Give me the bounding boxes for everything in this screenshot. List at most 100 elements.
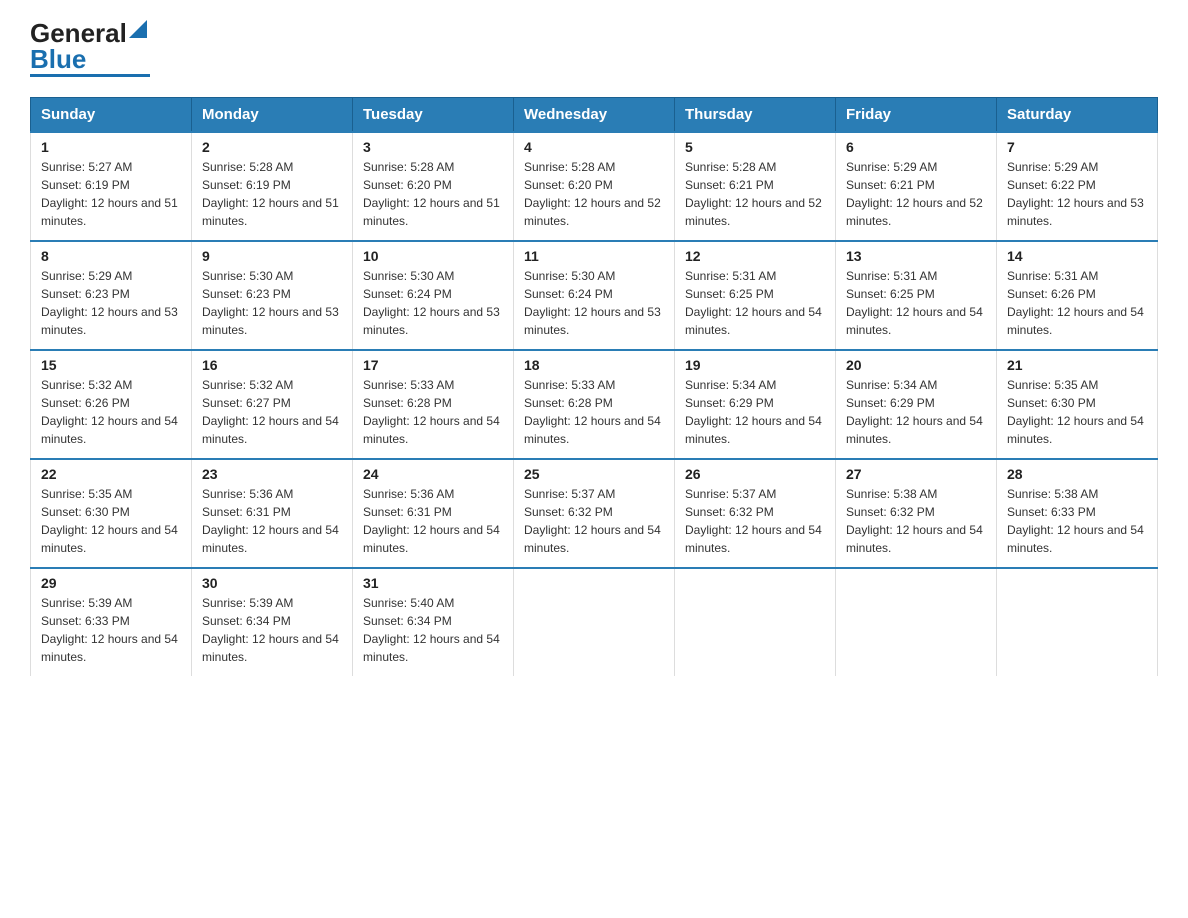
calendar-cell: 22Sunrise: 5:35 AMSunset: 6:30 PMDayligh… (31, 459, 192, 568)
calendar-cell: 30 Sunrise: 5:39 AMSunset: 6:34 PMDayligh… (192, 568, 353, 676)
day-info: Sunrise: 5:33 AMSunset: 6:28 PMDaylight:… (524, 376, 664, 448)
day-info: Sunrise: 5:29 AMSunset: 6:22 PMDaylight:… (1007, 158, 1147, 230)
calendar-cell: 20 Sunrise: 5:34 AMSunset: 6:29 PMDayligh… (836, 350, 997, 459)
day-info: Sunrise: 5:35 AMSunset: 6:30 PMDaylight:… (1007, 376, 1147, 448)
day-number: 11 (524, 248, 664, 264)
logo: General Blue (30, 20, 150, 77)
calendar-cell: 23 Sunrise: 5:36 AMSunset: 6:31 PMDayligh… (192, 459, 353, 568)
day-info: Sunrise: 5:36 AMSunset: 6:31 PMDaylight:… (202, 485, 342, 557)
day-info: Sunrise: 5:30 AMSunset: 6:24 PMDaylight:… (363, 267, 503, 339)
header-wednesday: Wednesday (514, 98, 675, 133)
day-number: 27 (846, 466, 986, 482)
day-info: Sunrise: 5:36 AMSunset: 6:31 PMDaylight:… (363, 485, 503, 557)
day-info: Sunrise: 5:38 AMSunset: 6:32 PMDaylight:… (846, 485, 986, 557)
day-number: 19 (685, 357, 825, 373)
calendar-week-row: 8 Sunrise: 5:29 AMSunset: 6:23 PMDaylight… (31, 241, 1158, 350)
calendar-week-row: 15Sunrise: 5:32 AMSunset: 6:26 PMDayligh… (31, 350, 1158, 459)
day-info: Sunrise: 5:31 AMSunset: 6:26 PMDaylight:… (1007, 267, 1147, 339)
day-info: Sunrise: 5:32 AMSunset: 6:26 PMDaylight:… (41, 376, 181, 448)
calendar-cell (675, 568, 836, 676)
day-number: 20 (846, 357, 986, 373)
day-number: 13 (846, 248, 986, 264)
day-info: Sunrise: 5:33 AMSunset: 6:28 PMDaylight:… (363, 376, 503, 448)
calendar-cell: 5 Sunrise: 5:28 AMSunset: 6:21 PMDaylight… (675, 132, 836, 241)
day-info: Sunrise: 5:34 AMSunset: 6:29 PMDaylight:… (685, 376, 825, 448)
calendar-cell: 26Sunrise: 5:37 AMSunset: 6:32 PMDayligh… (675, 459, 836, 568)
day-number: 28 (1007, 466, 1147, 482)
calendar-cell: 9 Sunrise: 5:30 AMSunset: 6:23 PMDaylight… (192, 241, 353, 350)
day-number: 23 (202, 466, 342, 482)
calendar-cell: 17 Sunrise: 5:33 AMSunset: 6:28 PMDayligh… (353, 350, 514, 459)
day-number: 5 (685, 139, 825, 155)
header-friday: Friday (836, 98, 997, 133)
day-info: Sunrise: 5:40 AMSunset: 6:34 PMDaylight:… (363, 594, 503, 666)
calendar-cell: 1 Sunrise: 5:27 AMSunset: 6:19 PMDaylight… (31, 132, 192, 241)
calendar-week-row: 1 Sunrise: 5:27 AMSunset: 6:19 PMDaylight… (31, 132, 1158, 241)
day-info: Sunrise: 5:34 AMSunset: 6:29 PMDaylight:… (846, 376, 986, 448)
calendar-cell (514, 568, 675, 676)
day-info: Sunrise: 5:35 AMSunset: 6:30 PMDaylight:… (41, 485, 181, 557)
calendar-cell: 10Sunrise: 5:30 AMSunset: 6:24 PMDayligh… (353, 241, 514, 350)
day-number: 4 (524, 139, 664, 155)
day-info: Sunrise: 5:39 AMSunset: 6:34 PMDaylight:… (202, 594, 342, 666)
calendar-cell: 29 Sunrise: 5:39 AMSunset: 6:33 PMDayligh… (31, 568, 192, 676)
day-info: Sunrise: 5:31 AMSunset: 6:25 PMDaylight:… (846, 267, 986, 339)
header-thursday: Thursday (675, 98, 836, 133)
day-number: 9 (202, 248, 342, 264)
calendar-cell: 6 Sunrise: 5:29 AMSunset: 6:21 PMDaylight… (836, 132, 997, 241)
header-saturday: Saturday (997, 98, 1158, 133)
calendar-cell: 14Sunrise: 5:31 AMSunset: 6:26 PMDayligh… (997, 241, 1158, 350)
day-number: 16 (202, 357, 342, 373)
calendar-cell (997, 568, 1158, 676)
header-sunday: Sunday (31, 98, 192, 133)
calendar-cell: 3Sunrise: 5:28 AMSunset: 6:20 PMDaylight… (353, 132, 514, 241)
day-info: Sunrise: 5:37 AMSunset: 6:32 PMDaylight:… (524, 485, 664, 557)
logo-blue-text: Blue (30, 46, 86, 72)
day-number: 29 (41, 575, 181, 591)
calendar-cell: 12 Sunrise: 5:31 AMSunset: 6:25 PMDayligh… (675, 241, 836, 350)
day-number: 25 (524, 466, 664, 482)
calendar-cell: 4 Sunrise: 5:28 AMSunset: 6:20 PMDaylight… (514, 132, 675, 241)
calendar-cell: 19 Sunrise: 5:34 AMSunset: 6:29 PMDayligh… (675, 350, 836, 459)
header-monday: Monday (192, 98, 353, 133)
calendar-cell: 8 Sunrise: 5:29 AMSunset: 6:23 PMDaylight… (31, 241, 192, 350)
day-info: Sunrise: 5:27 AMSunset: 6:19 PMDaylight:… (41, 158, 181, 230)
calendar-cell: 24Sunrise: 5:36 AMSunset: 6:31 PMDayligh… (353, 459, 514, 568)
calendar-header-row: SundayMondayTuesdayWednesdayThursdayFrid… (31, 98, 1158, 133)
calendar-week-row: 29 Sunrise: 5:39 AMSunset: 6:33 PMDayligh… (31, 568, 1158, 676)
day-info: Sunrise: 5:29 AMSunset: 6:23 PMDaylight:… (41, 267, 181, 339)
day-number: 6 (846, 139, 986, 155)
calendar-cell (836, 568, 997, 676)
calendar-cell: 18 Sunrise: 5:33 AMSunset: 6:28 PMDayligh… (514, 350, 675, 459)
day-number: 21 (1007, 357, 1147, 373)
calendar-week-row: 22Sunrise: 5:35 AMSunset: 6:30 PMDayligh… (31, 459, 1158, 568)
day-info: Sunrise: 5:30 AMSunset: 6:24 PMDaylight:… (524, 267, 664, 339)
day-info: Sunrise: 5:29 AMSunset: 6:21 PMDaylight:… (846, 158, 986, 230)
calendar-cell: 2Sunrise: 5:28 AMSunset: 6:19 PMDaylight… (192, 132, 353, 241)
calendar-cell: 13 Sunrise: 5:31 AMSunset: 6:25 PMDayligh… (836, 241, 997, 350)
day-info: Sunrise: 5:30 AMSunset: 6:23 PMDaylight:… (202, 267, 342, 339)
day-number: 1 (41, 139, 181, 155)
day-number: 31 (363, 575, 503, 591)
logo-underline (30, 74, 150, 77)
day-number: 26 (685, 466, 825, 482)
calendar-cell: 16Sunrise: 5:32 AMSunset: 6:27 PMDayligh… (192, 350, 353, 459)
day-number: 17 (363, 357, 503, 373)
day-info: Sunrise: 5:28 AMSunset: 6:20 PMDaylight:… (363, 158, 503, 230)
calendar-cell: 31 Sunrise: 5:40 AMSunset: 6:34 PMDayligh… (353, 568, 514, 676)
day-number: 12 (685, 248, 825, 264)
calendar-cell: 7Sunrise: 5:29 AMSunset: 6:22 PMDaylight… (997, 132, 1158, 241)
logo-triangle-icon (129, 20, 147, 38)
calendar-cell: 15Sunrise: 5:32 AMSunset: 6:26 PMDayligh… (31, 350, 192, 459)
day-info: Sunrise: 5:28 AMSunset: 6:19 PMDaylight:… (202, 158, 342, 230)
day-info: Sunrise: 5:28 AMSunset: 6:21 PMDaylight:… (685, 158, 825, 230)
day-info: Sunrise: 5:39 AMSunset: 6:33 PMDaylight:… (41, 594, 181, 666)
calendar-cell: 11 Sunrise: 5:30 AMSunset: 6:24 PMDayligh… (514, 241, 675, 350)
day-number: 18 (524, 357, 664, 373)
day-info: Sunrise: 5:28 AMSunset: 6:20 PMDaylight:… (524, 158, 664, 230)
page-header: General Blue (30, 20, 1158, 77)
calendar-cell: 21 Sunrise: 5:35 AMSunset: 6:30 PMDayligh… (997, 350, 1158, 459)
day-number: 30 (202, 575, 342, 591)
day-info: Sunrise: 5:31 AMSunset: 6:25 PMDaylight:… (685, 267, 825, 339)
day-number: 8 (41, 248, 181, 264)
